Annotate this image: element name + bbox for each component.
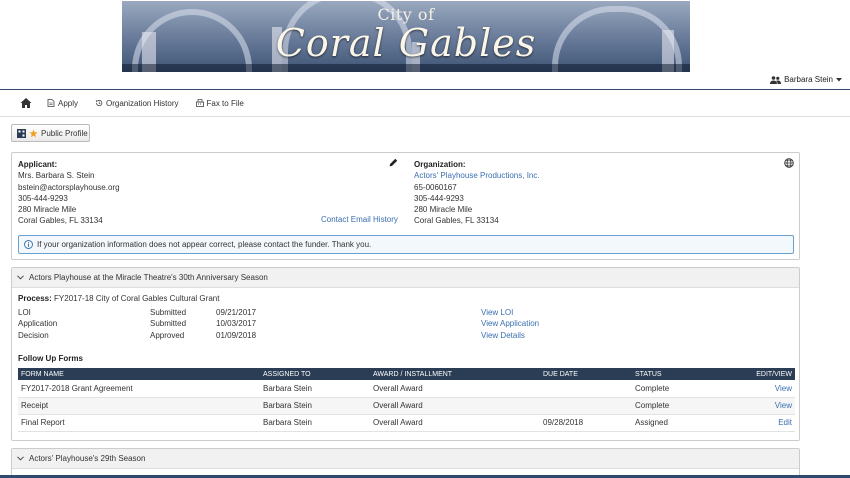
- fax-icon: [195, 99, 204, 107]
- grant-panel: Actors Playhouse at the Miracle Theatre'…: [11, 267, 800, 441]
- organization-phone: 305-444-9293: [414, 193, 464, 203]
- step-row: Application Submitted 10/03/2017 View Ap…: [18, 319, 798, 330]
- assigned-to: Barbara Stein: [260, 414, 370, 432]
- step-name: Application: [18, 319, 58, 329]
- applicant-email: bstein@actorsplayhouse.org: [18, 182, 120, 192]
- applicant-info: Applicant: Mrs. Barbara S. Stein bstein@…: [18, 159, 120, 227]
- nav-apply-label: Apply: [58, 98, 79, 108]
- main-nav: Apply Organization History Fax to File: [0, 90, 850, 117]
- view-link[interactable]: View: [775, 401, 792, 410]
- user-name: Barbara Stein: [784, 75, 833, 84]
- step-date: 01/09/2018: [216, 330, 257, 340]
- process-name: FY2017-18 City of Coral Gables Cultural …: [54, 294, 220, 303]
- step-row: Decision Approved 01/09/2018 View Detail…: [18, 331, 798, 342]
- nav-fax-to-file[interactable]: Fax to File: [195, 98, 244, 108]
- nav-apply[interactable]: Apply: [47, 99, 78, 108]
- step-status: Submitted: [150, 308, 187, 317]
- col-assigned-to: ASSIGNED TO: [260, 368, 370, 380]
- organization-address-line1: 280 Miracle Mile: [414, 205, 473, 215]
- step-name: LOI: [18, 308, 31, 317]
- applicant-address-line1: 280 Miracle Mile: [18, 205, 77, 215]
- assigned-to: Barbara Stein: [260, 397, 370, 415]
- organization-heading: Organization:: [414, 160, 466, 169]
- table-row: Receipt Barbara Stein Overall Award Comp…: [18, 397, 795, 415]
- nav-fax-to-file-label: Fax to File: [206, 98, 244, 108]
- process-steps: LOI Submitted 09/21/2017 View LOI Applic…: [18, 308, 798, 342]
- award: Overall Award: [370, 397, 540, 415]
- nav-organization-history[interactable]: Organization History: [95, 98, 179, 108]
- status: Complete: [632, 380, 732, 398]
- col-edit-view: EDIT/VIEW: [732, 368, 795, 380]
- document-icon: [47, 99, 55, 107]
- follow-up-forms-title: Follow Up Forms: [18, 354, 83, 363]
- banner-city-name: Coral Gables: [275, 21, 537, 65]
- qr-icon: [17, 128, 26, 138]
- nav-organization-history-label: Organization History: [106, 98, 179, 108]
- home-icon[interactable]: [20, 97, 32, 109]
- form-name: Final Report: [18, 414, 260, 432]
- organization-ein: 65-0060167: [414, 182, 457, 192]
- organization-name-link[interactable]: Actors' Playhouse Productions, Inc.: [414, 170, 540, 181]
- form-name: FY2017-2018 Grant Agreement: [18, 380, 260, 398]
- chevron-down-icon: [17, 456, 24, 461]
- globe-icon[interactable]: [784, 158, 794, 168]
- applicant-address-line2: Coral Gables, FL 33134: [18, 216, 103, 226]
- table-row: Final Report Barbara Stein Overall Award…: [18, 414, 795, 432]
- assigned-to: Barbara Stein: [260, 380, 370, 398]
- col-status: STATUS: [632, 368, 732, 380]
- due-date: [540, 397, 632, 415]
- applicant-phone: 305-444-9293: [18, 193, 68, 203]
- info-icon: [24, 240, 33, 249]
- grant-2-title: Actors' Playhouse's 29th Season: [29, 454, 146, 463]
- users-icon: [770, 75, 782, 84]
- step-date: 09/21/2017: [216, 308, 257, 317]
- step-status: Submitted: [150, 319, 187, 329]
- view-loi-link[interactable]: View LOI: [481, 308, 513, 317]
- grant-panel-2-header[interactable]: Actors' Playhouse's 29th Season: [12, 449, 799, 469]
- edit-link[interactable]: Edit: [778, 418, 792, 427]
- follow-up-forms-table: FORM NAME ASSIGNED TO AWARD / INSTALLMEN…: [18, 368, 795, 432]
- form-name: Receipt: [18, 397, 260, 415]
- organization-address-line2: Coral Gables, FL 33134: [414, 216, 499, 226]
- edit-pencil-icon[interactable]: [389, 158, 398, 167]
- step-name: Decision: [18, 330, 49, 340]
- applicant-name: Mrs. Barbara S. Stein: [18, 171, 95, 181]
- status: Assigned: [632, 414, 732, 432]
- view-application-link[interactable]: View Application: [481, 319, 539, 328]
- table-header-row: FORM NAME ASSIGNED TO AWARD / INSTALLMEN…: [18, 368, 795, 380]
- user-menu[interactable]: Barbara Stein: [770, 75, 842, 84]
- history-icon: [95, 99, 103, 107]
- applicant-organization-panel: Applicant: Mrs. Barbara S. Stein bstein@…: [11, 152, 800, 260]
- info-alert: If your organization information does no…: [18, 235, 794, 254]
- public-profile-button[interactable]: Public Profile: [11, 124, 90, 142]
- city-banner: City of Coral Gables: [122, 1, 690, 72]
- step-row: LOI Submitted 09/21/2017 View LOI: [18, 308, 798, 319]
- due-date: 09/28/2018: [540, 414, 632, 432]
- public-profile-label: Public Profile: [41, 128, 88, 138]
- step-status: Approved: [150, 330, 185, 340]
- star-icon: [29, 128, 38, 137]
- award: Overall Award: [370, 414, 540, 432]
- table-row: FY2017-2018 Grant Agreement Barbara Stei…: [18, 380, 795, 398]
- contact-email-history-link[interactable]: Contact Email History: [321, 215, 398, 224]
- status: Complete: [632, 397, 732, 415]
- grant-panel-header[interactable]: Actors Playhouse at the Miracle Theatre'…: [12, 268, 799, 288]
- info-alert-text: If your organization information does no…: [37, 240, 372, 249]
- award: Overall Award: [370, 380, 540, 398]
- grant-title: Actors Playhouse at the Miracle Theatre'…: [29, 273, 268, 282]
- process-line: Process: FY2017-18 City of Coral Gables …: [18, 294, 219, 303]
- process-label: Process:: [18, 294, 52, 303]
- organization-info: Organization: Actors' Playhouse Producti…: [414, 159, 540, 227]
- view-link[interactable]: View: [775, 384, 792, 393]
- step-date: 10/03/2017: [216, 319, 257, 329]
- col-award-installment: AWARD / INSTALLMENT: [370, 368, 540, 380]
- col-form-name: FORM NAME: [18, 368, 260, 380]
- view-details-link[interactable]: View Details: [481, 331, 525, 340]
- applicant-heading: Applicant:: [18, 160, 58, 169]
- chevron-down-icon: [17, 275, 24, 280]
- col-due-date: DUE DATE: [540, 368, 632, 380]
- due-date: [540, 380, 632, 398]
- grant-panel-2: Actors' Playhouse's 29th Season: [11, 448, 800, 478]
- caret-down-icon: [836, 77, 842, 81]
